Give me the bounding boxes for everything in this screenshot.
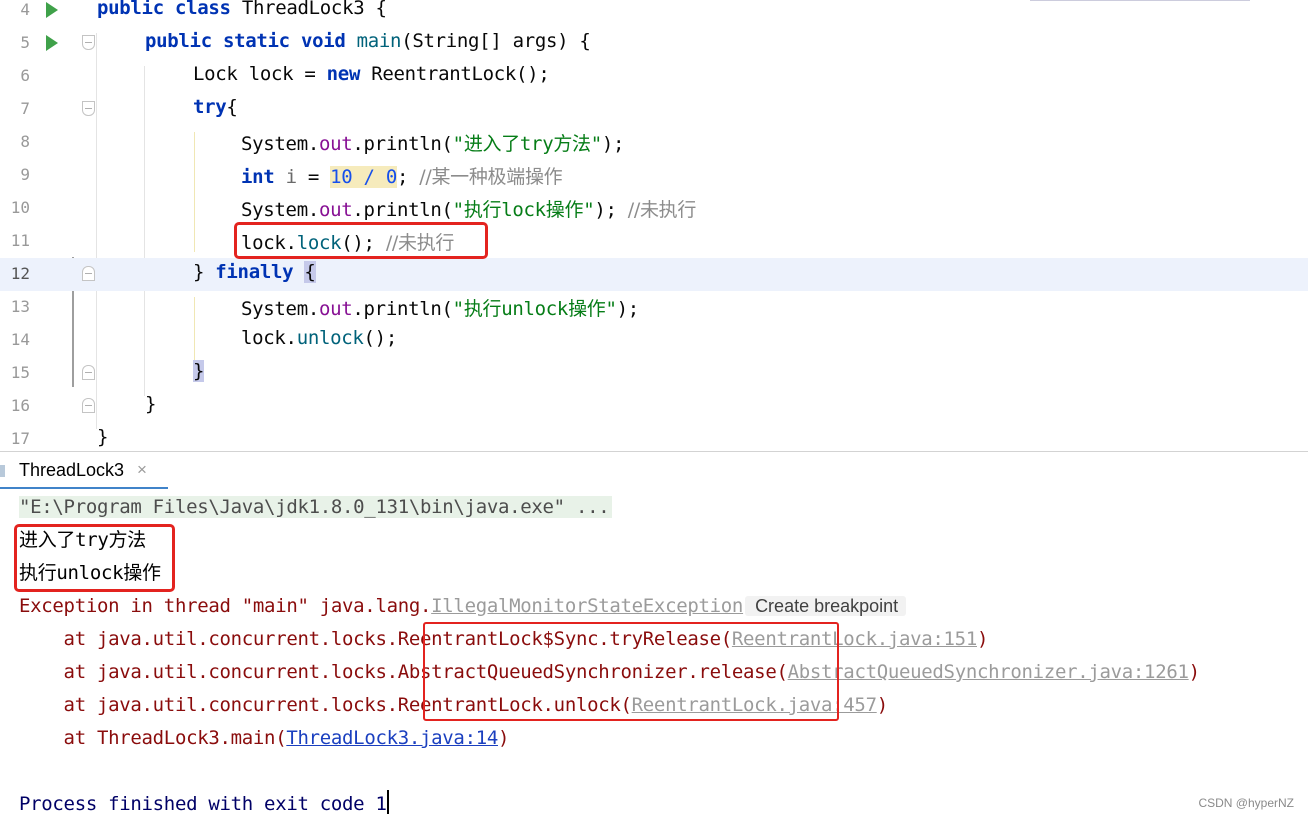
code-text: System.out.println("进入了try方法"); bbox=[241, 133, 625, 155]
code-text: int i = 10 / 0; //某一种极端操作 bbox=[241, 166, 563, 188]
code-line[interactable]: 11 lock.lock(); //未执行 bbox=[0, 225, 1308, 258]
console-output[interactable]: "E:\Program Files\Java\jdk1.8.0_131\bin\… bbox=[0, 489, 1308, 818]
annotation-box-lock-call bbox=[234, 222, 488, 259]
code-line[interactable]: 6 Lock lock = new ReentrantLock(); bbox=[0, 60, 1308, 93]
code-text: System.out.println("执行lock操作"); //未执行 bbox=[241, 199, 697, 221]
code-text: Lock lock = new ReentrantLock(); bbox=[193, 63, 550, 85]
line-number: 7 bbox=[20, 99, 30, 118]
line-number: 12 bbox=[10, 264, 30, 283]
source-link[interactable]: AbstractQueuedSynchronizer.java:1261 bbox=[788, 661, 1189, 683]
code-line-current[interactable]: 12 } finally { bbox=[0, 258, 1308, 291]
fold-icon[interactable] bbox=[82, 266, 95, 281]
code-text: public static void main(String[] args) { bbox=[145, 30, 591, 52]
run-gutter-icon[interactable] bbox=[46, 2, 58, 18]
code-text: lock.unlock(); bbox=[241, 327, 397, 349]
line-number: 11 bbox=[10, 231, 30, 250]
code-line[interactable]: 13 System.out.println("执行unlock操作"); bbox=[0, 291, 1308, 324]
close-icon[interactable]: × bbox=[137, 460, 147, 480]
code-line[interactable]: 7 try{ bbox=[0, 93, 1308, 126]
code-line[interactable]: 16 } bbox=[0, 390, 1308, 423]
run-tool-window-tabs: ThreadLock3 × bbox=[0, 451, 1308, 490]
code-text: public class ThreadLock3 { bbox=[97, 0, 387, 19]
code-line[interactable]: 5 public static void main(String[] args)… bbox=[0, 27, 1308, 60]
fold-icon[interactable] bbox=[82, 398, 95, 413]
tab-threadlock3[interactable]: ThreadLock3 × bbox=[0, 452, 168, 490]
code-line[interactable]: 9 int i = 10 / 0; //某一种极端操作 bbox=[0, 159, 1308, 192]
fold-icon[interactable] bbox=[82, 365, 95, 380]
code-text: } bbox=[97, 426, 109, 448]
matched-brace: } bbox=[193, 360, 205, 382]
division-warning: 10 / 0 bbox=[330, 166, 397, 188]
code-line[interactable]: 10 System.out.println("执行lock操作"); //未执行 bbox=[0, 192, 1308, 225]
process-exit-line: Process finished with exit code 1 bbox=[19, 788, 389, 818]
matched-brace: { bbox=[304, 261, 316, 283]
watermark: CSDN @hyperNZ bbox=[1198, 796, 1294, 810]
exception-class-link[interactable]: IllegalMonitorStateException bbox=[431, 595, 743, 617]
code-line[interactable]: 15 } bbox=[0, 357, 1308, 390]
code-text: } finally { bbox=[193, 261, 316, 283]
line-number: 17 bbox=[10, 429, 30, 448]
text-cursor bbox=[386, 790, 389, 814]
code-line[interactable]: 14 lock.unlock(); bbox=[0, 324, 1308, 357]
code-line[interactable]: 4 public class ThreadLock3 { bbox=[0, 0, 1308, 27]
run-gutter-icon[interactable] bbox=[46, 35, 58, 51]
annotation-box-stack-trace bbox=[423, 622, 839, 721]
code-text: } bbox=[193, 360, 204, 382]
code-editor[interactable]: 4 public class ThreadLock3 { 5 public st… bbox=[0, 0, 1308, 451]
line-number: 10 bbox=[10, 198, 30, 217]
line-number: 14 bbox=[10, 330, 30, 349]
stack-trace-line: at ThreadLock3.main(ThreadLock3.java:14) bbox=[19, 727, 510, 749]
code-line[interactable]: 17 } bbox=[0, 423, 1308, 451]
run-config-icon bbox=[0, 465, 5, 477]
line-number: 16 bbox=[10, 396, 30, 415]
create-breakpoint-button[interactable]: Create breakpoint bbox=[745, 596, 907, 616]
tab-label: ThreadLock3 bbox=[19, 460, 125, 480]
annotation-box-output bbox=[14, 524, 175, 592]
code-text: } bbox=[145, 393, 157, 415]
line-number: 15 bbox=[10, 363, 30, 382]
console-command-line: "E:\Program Files\Java\jdk1.8.0_131\bin\… bbox=[19, 491, 613, 524]
code-text: try{ bbox=[193, 96, 238, 118]
line-number: 6 bbox=[20, 66, 30, 85]
line-number: 5 bbox=[20, 33, 30, 52]
line-number: 9 bbox=[20, 165, 30, 184]
line-number: 4 bbox=[20, 0, 30, 19]
line-number: 13 bbox=[10, 297, 30, 316]
line-number: 8 bbox=[20, 132, 30, 151]
exception-line: Exception in thread "main" java.lang.Ill… bbox=[19, 590, 907, 623]
source-link[interactable]: ThreadLock3.java:14 bbox=[286, 727, 498, 749]
code-text: System.out.println("执行unlock操作"); bbox=[241, 298, 639, 320]
fold-icon[interactable] bbox=[82, 101, 95, 116]
fold-icon[interactable] bbox=[82, 35, 95, 50]
code-line[interactable]: 8 System.out.println("进入了try方法"); bbox=[0, 126, 1308, 159]
